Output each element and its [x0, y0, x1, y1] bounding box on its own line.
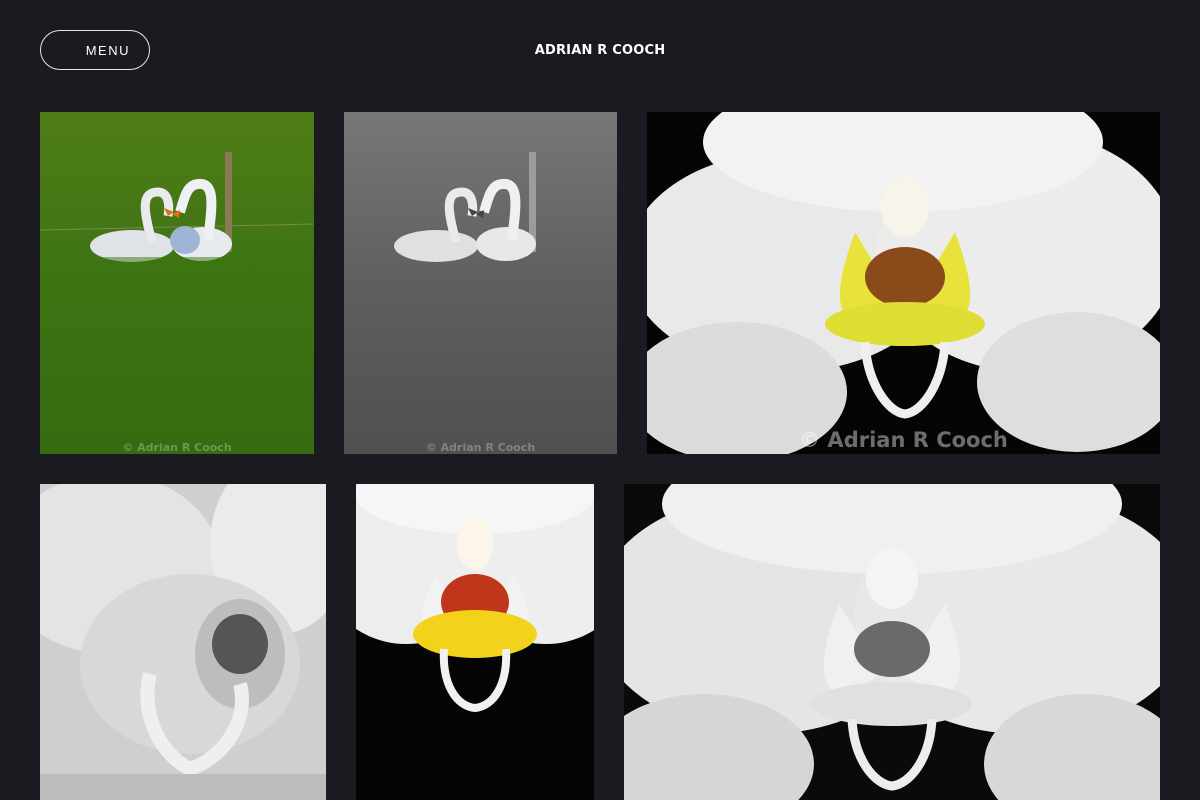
gallery-tile-orchid-mono[interactable] — [624, 484, 1160, 800]
site-header: MENU ADRIAN R COOCH — [0, 0, 1200, 100]
orchid-color-narrow-image — [356, 484, 594, 800]
orchid-mono-image — [624, 484, 1160, 800]
gallery-tile-swans-color[interactable]: © Adrian R Cooch — [40, 112, 314, 454]
swans-color-image — [40, 112, 314, 454]
gallery-tile-swans-mono[interactable]: © Adrian R Cooch — [344, 112, 617, 454]
gallery-tile-orchid-color-narrow[interactable] — [356, 484, 594, 800]
orchid-closeup-mono-image — [40, 484, 326, 800]
swans-mono-image — [344, 112, 617, 454]
site-title[interactable]: ADRIAN R COOCH — [0, 43, 1200, 58]
gallery-tile-orchid-closeup-mono[interactable] — [40, 484, 326, 800]
gallery-tile-orchid-color[interactable]: © Adrian R Cooch — [647, 112, 1160, 454]
orchid-color-image — [647, 112, 1160, 454]
